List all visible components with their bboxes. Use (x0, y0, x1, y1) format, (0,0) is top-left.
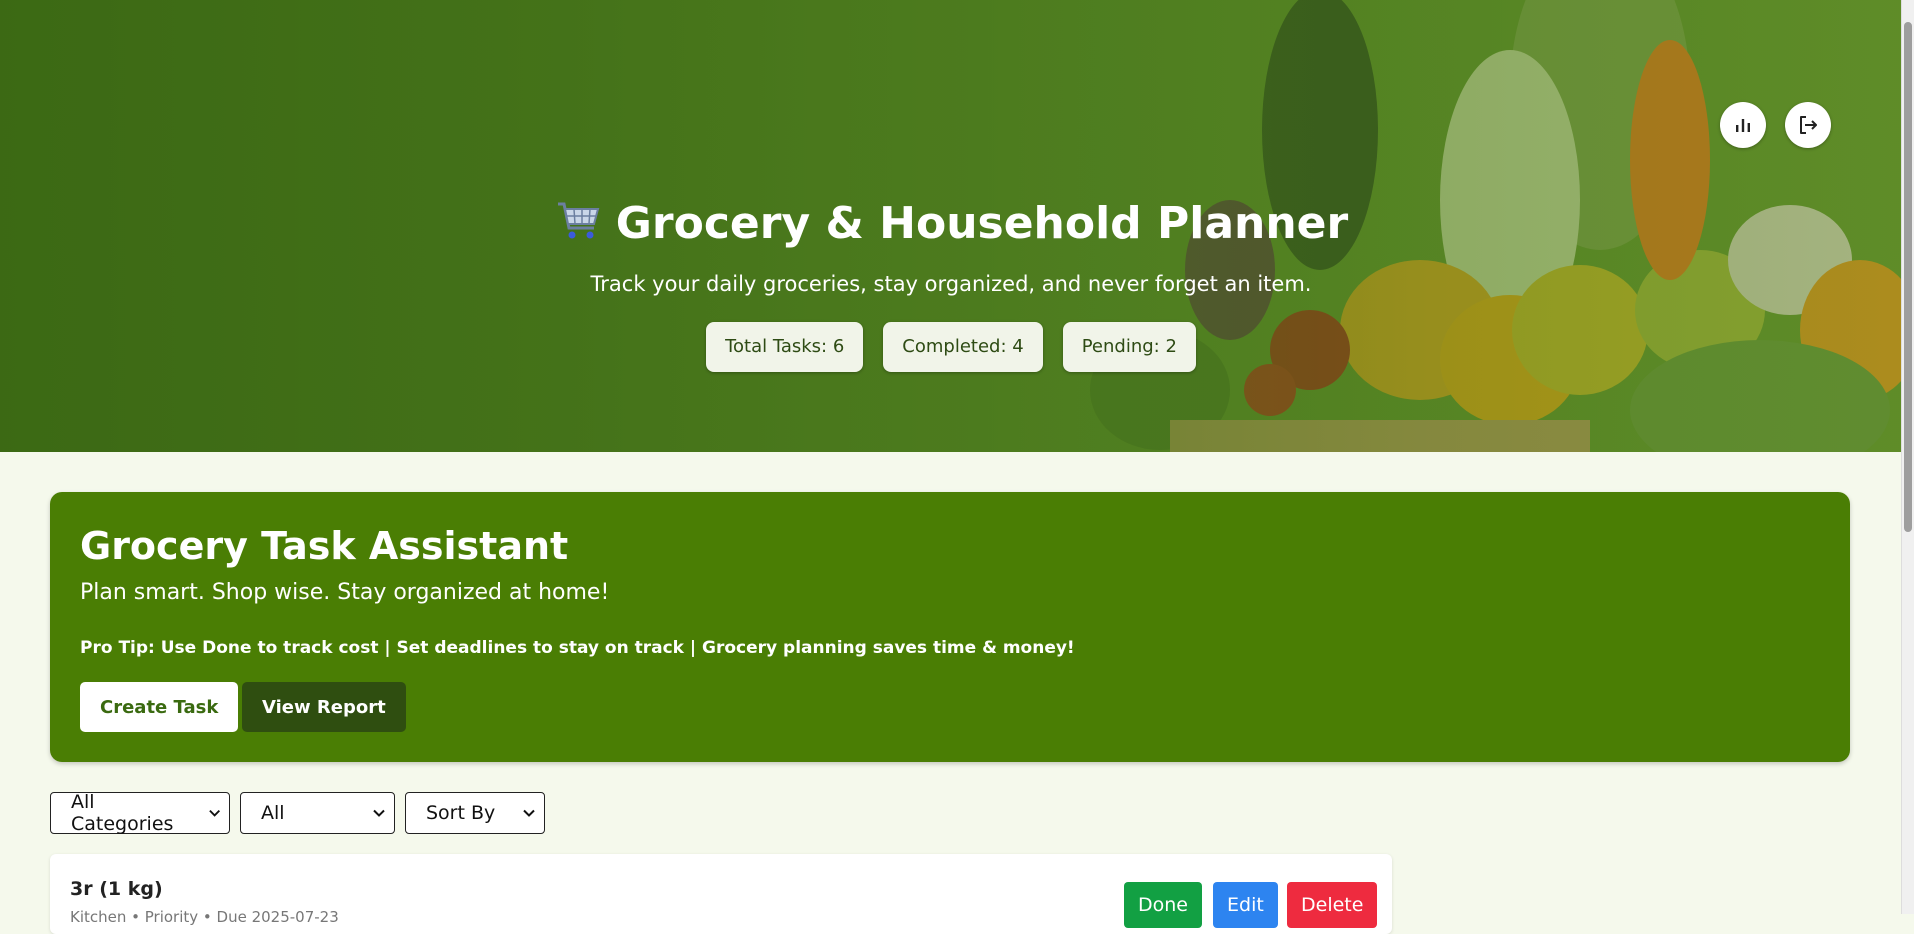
view-report-button[interactable]: View Report (242, 682, 406, 732)
category-select[interactable]: All Categories (50, 791, 230, 835)
delete-button[interactable]: Delete (1287, 882, 1378, 928)
logout-button[interactable] (1785, 102, 1831, 148)
shopping-cart-icon (557, 202, 600, 239)
chevron-down-icon (523, 809, 535, 817)
edit-button[interactable]: Edit (1213, 882, 1278, 928)
page-title: Grocery & Household Planner (0, 196, 1902, 249)
sort-select-value: Sort By (426, 802, 496, 824)
category-select-value: All Categories (71, 791, 174, 835)
status-select[interactable]: All (240, 792, 395, 834)
stats-bar: Total Tasks: 6 Completed: 4 Pending: 2 (0, 322, 1902, 372)
status-select-value: All (261, 802, 285, 824)
bar-chart-icon (1736, 119, 1750, 132)
page-subtitle: Track your daily groceries, stay organiz… (590, 272, 1312, 296)
task-card: 3r (1 kg) Kitchen • Priority • Due 2025-… (50, 854, 1392, 934)
hero-banner: Grocery & Household Planner Track your d… (0, 0, 1902, 452)
chevron-down-icon (373, 809, 385, 817)
sort-select[interactable]: Sort By (405, 792, 545, 834)
chevron-down-icon (208, 809, 220, 817)
logout-icon (1800, 116, 1817, 134)
report-chart-button[interactable] (1720, 102, 1766, 148)
completed-badge: Completed: 4 (883, 322, 1043, 372)
task-assistant-panel: Grocery Task Assistant Plan smart. Shop … (50, 492, 1850, 762)
done-button[interactable]: Done (1124, 882, 1202, 928)
assistant-title: Grocery Task Assistant (80, 524, 569, 568)
task-meta: Kitchen • Priority • Due 2025-07-23 (70, 908, 339, 926)
pending-badge: Pending: 2 (1062, 322, 1196, 372)
scrollbar-thumb[interactable] (1904, 22, 1912, 532)
task-title: 3r (1 kg) (70, 878, 163, 900)
pro-tip: Pro Tip: Use Done to track cost | Set de… (80, 638, 1075, 658)
filter-bar: All Categories All Sort By (50, 791, 545, 835)
create-task-button[interactable]: Create Task (80, 682, 239, 732)
page-scrollbar[interactable] (1901, 0, 1914, 914)
assistant-subtitle: Plan smart. Shop wise. Stay organized at… (80, 580, 610, 605)
total-tasks-badge: Total Tasks: 6 (706, 322, 864, 372)
page-title-text: Grocery & Household Planner (615, 198, 1349, 249)
